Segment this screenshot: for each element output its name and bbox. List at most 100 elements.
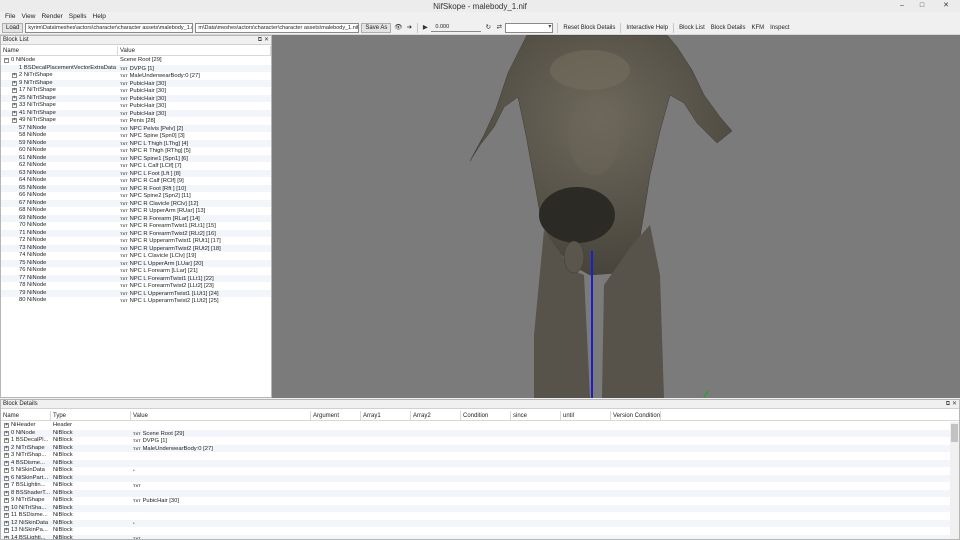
- close-icon[interactable]: ✕: [264, 36, 269, 45]
- block-details-toggle[interactable]: Block Details: [708, 23, 749, 33]
- tree-row[interactable]: +33 NiTriShape TXT PubicHair [30]: [1, 102, 271, 110]
- tree-row[interactable]: 75 NiNode TXT NPC L UpperArm [LUar] [20]: [1, 259, 271, 267]
- close-button[interactable]: ✕: [932, 0, 960, 12]
- column-header-value[interactable]: Value: [118, 46, 271, 55]
- expand-icon[interactable]: +: [4, 498, 9, 503]
- details-row[interactable]: +8 BSShaderT... NiBlock: [1, 489, 950, 497]
- expand-icon[interactable]: +: [12, 118, 17, 123]
- tree-row[interactable]: 69 NiNode TXT NPC R Forearm [RLar] [14]: [1, 214, 271, 222]
- menu-help[interactable]: Help: [90, 12, 109, 22]
- tree-row[interactable]: 59 NiNode TXT NPC L Thigh [LThg] [4]: [1, 139, 271, 147]
- tree-row[interactable]: 66 NiNode TXT NPC Spine2 [Spn2] [11]: [1, 192, 271, 200]
- tree-row[interactable]: +17 NiTriShape TXT PubicHair [30]: [1, 87, 271, 95]
- tree-row[interactable]: 61 NiNode TXT NPC Spine1 [Spn1] [6]: [1, 154, 271, 162]
- tree-row[interactable]: 80 NiNode TXT NPC L UpperarmTwist2 [LUt2] …: [1, 297, 271, 305]
- tree-row[interactable]: 1 BSDecalPlacementVectorExtraData TXT DVPG…: [1, 64, 271, 72]
- tree-row[interactable]: 70 NiNode TXT NPC R ForearmTwist1 [RLt1] […: [1, 222, 271, 230]
- expand-icon[interactable]: +: [4, 445, 9, 451]
- tree-row[interactable]: 67 NiNode TXT NPC R Clavicle [RClv] [12]: [1, 199, 271, 207]
- tree-row[interactable]: 63 NiNode TXT NPC L Foot [Lft ] [8]: [1, 169, 271, 177]
- details-row[interactable]: +5 NiSkinData NiBlock *: [1, 467, 950, 475]
- column-header-name[interactable]: Name: [1, 411, 51, 420]
- expand-icon[interactable]: +: [4, 490, 9, 496]
- details-row[interactable]: + NiHeader Header: [1, 422, 950, 430]
- save-path-field[interactable]: m\Data\meshes\actors\character\character…: [195, 23, 360, 33]
- details-row[interactable]: +10 NiTriSha... NiBlock: [1, 504, 950, 512]
- menu-spells[interactable]: Spells: [66, 12, 90, 22]
- expand-icon[interactable]: +: [12, 110, 17, 116]
- menu-render[interactable]: Render: [38, 12, 65, 22]
- vertical-scrollbar[interactable]: [950, 422, 959, 539]
- column-header-argument[interactable]: Argument: [311, 411, 361, 420]
- expand-icon[interactable]: +: [4, 468, 9, 473]
- details-row[interactable]: +9 NiTriShape NiBlock TXT PubicHair [30]: [1, 497, 950, 505]
- expand-icon[interactable]: +: [12, 88, 17, 93]
- animation-select[interactable]: [505, 23, 554, 33]
- float-icon[interactable]: ⧉: [946, 400, 950, 409]
- switch-icon[interactable]: ⇄: [494, 23, 504, 33]
- tree-row[interactable]: 72 NiNode TXT NPC R UpperarmTwist1 [RUt1] …: [1, 237, 271, 245]
- float-icon[interactable]: ⧉: [258, 36, 262, 45]
- tree-row[interactable]: 57 NiNode TXT NPC Pelvis [Pelv] [2]: [1, 124, 271, 132]
- expand-icon[interactable]: +: [4, 475, 9, 481]
- column-header-array1[interactable]: Array1: [361, 411, 411, 420]
- tree-row[interactable]: 68 NiNode TXT NPC R UpperArm [RUar] [13]: [1, 207, 271, 215]
- expand-icon[interactable]: +: [12, 103, 17, 108]
- tree-row[interactable]: 65 NiNode TXT NPC R Foot [Rft ] [10]: [1, 184, 271, 192]
- tree-row[interactable]: 64 NiNode TXT NPC R Calf [RClf] [9]: [1, 177, 271, 185]
- column-header-value[interactable]: Value: [131, 411, 311, 420]
- expand-icon[interactable]: +: [4, 453, 9, 458]
- details-row[interactable]: +7 BSLightin... NiBlock TXT: [1, 482, 950, 490]
- details-row[interactable]: +6 NiSkinPart... NiBlock: [1, 474, 950, 482]
- details-row[interactable]: +2 NiTriShape NiBlock TXT MaleUnderwearBody…: [1, 444, 950, 452]
- expand-icon[interactable]: +: [4, 505, 9, 511]
- details-row[interactable]: +1 BSDecalPl... NiBlock TXT DVPG [1]: [1, 437, 950, 445]
- render-viewport[interactable]: [272, 35, 960, 398]
- interactive-help-button[interactable]: Interactive Help: [623, 23, 671, 33]
- expand-icon[interactable]: +: [12, 80, 17, 86]
- expand-icon[interactable]: +: [12, 95, 17, 101]
- expand-icon[interactable]: +: [4, 520, 9, 526]
- details-row[interactable]: +12 NiSkinData NiBlock *: [1, 519, 950, 527]
- column-header-type[interactable]: Type: [51, 411, 131, 420]
- tree-row[interactable]: 76 NiNode TXT NPC L Forearm [LLar] [21]: [1, 267, 271, 275]
- column-header-until[interactable]: until: [561, 411, 611, 420]
- details-row[interactable]: +14 BSLighti... NiBlock TXT: [1, 534, 950, 539]
- expand-icon[interactable]: +: [4, 535, 9, 539]
- column-header-version-condition[interactable]: Version Condition: [611, 411, 661, 420]
- minimize-button[interactable]: –: [892, 0, 912, 12]
- expand-icon[interactable]: +: [4, 460, 9, 466]
- block-list-toggle[interactable]: Block List: [676, 23, 708, 33]
- scrollbar-thumb[interactable]: [951, 424, 958, 442]
- load-button[interactable]: Load: [2, 23, 24, 33]
- loop-icon[interactable]: ↻: [483, 23, 493, 33]
- details-row[interactable]: +0 NiNode NiBlock TXT Scene Root [29]: [1, 429, 950, 437]
- details-row[interactable]: +11 BSDisme... NiBlock: [1, 512, 950, 520]
- expand-icon[interactable]: +: [4, 438, 9, 443]
- eye-icon[interactable]: 👁: [393, 23, 403, 33]
- tree-row[interactable]: 78 NiNode TXT NPC L ForearmTwist2 [LLt2] […: [1, 282, 271, 290]
- tree-row[interactable]: 62 NiNode TXT NPC L Calf [LClf] [7]: [1, 162, 271, 170]
- details-row[interactable]: +3 NiTriShap... NiBlock: [1, 452, 950, 460]
- tree-row[interactable]: 77 NiNode TXT NPC L ForearmTwist1 [LLt1] […: [1, 274, 271, 282]
- save-as-button[interactable]: Save As: [361, 23, 392, 33]
- play-icon[interactable]: ▶: [420, 23, 430, 33]
- reset-block-details-button[interactable]: Reset Block Details: [560, 23, 618, 33]
- tree-row[interactable]: +49 NiTriShape TXT Penis [28]: [1, 117, 271, 125]
- tree-row[interactable]: +9 NiTriShape TXT PubicHair [30]: [1, 79, 271, 87]
- column-header-array2[interactable]: Array2: [411, 411, 461, 420]
- close-icon[interactable]: ✕: [952, 400, 957, 409]
- column-header-since[interactable]: since: [511, 411, 561, 420]
- collapse-icon[interactable]: −: [4, 58, 9, 63]
- tree-row[interactable]: +25 NiTriShape TXT PubicHair [30]: [1, 94, 271, 102]
- maximize-button[interactable]: □: [912, 0, 932, 12]
- details-row[interactable]: +4 BSDisme... NiBlock: [1, 459, 950, 467]
- menu-file[interactable]: File: [2, 12, 18, 22]
- inspect-toggle[interactable]: Inspect: [767, 23, 792, 33]
- expand-icon[interactable]: +: [4, 513, 9, 518]
- load-path-field[interactable]: kyrim\Data\meshes\actors\character\chara…: [25, 23, 194, 33]
- tree-row[interactable]: +41 NiTriShape TXT PubicHair [30]: [1, 109, 271, 117]
- expand-icon[interactable]: +: [4, 430, 9, 436]
- expand-icon[interactable]: +: [4, 483, 9, 488]
- tree-row[interactable]: 79 NiNode TXT NPC L UpperarmTwist1 [LUt1] …: [1, 289, 271, 297]
